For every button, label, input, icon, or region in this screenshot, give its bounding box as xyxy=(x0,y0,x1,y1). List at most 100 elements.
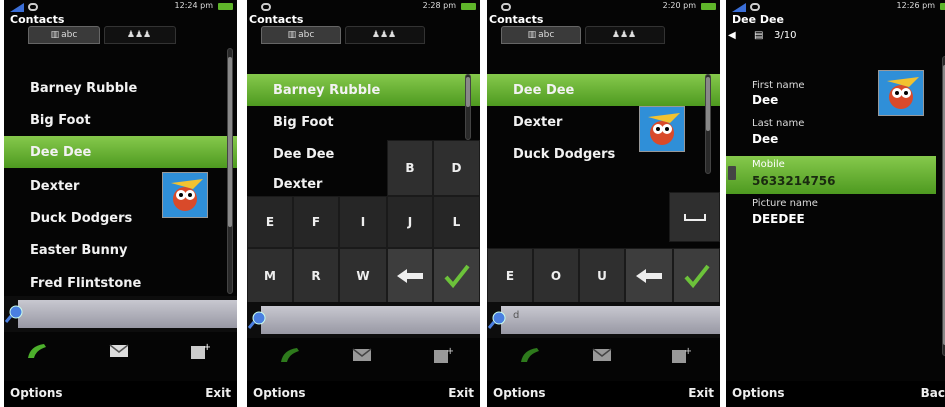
scrollbar[interactable] xyxy=(465,74,471,140)
clock: 12:26 pm xyxy=(896,1,935,10)
contact-row[interactable]: Fred Flintstone xyxy=(4,267,237,299)
tab-alphabetical[interactable]: ▥ abc xyxy=(501,26,581,44)
clock: 12:24 pm xyxy=(174,1,213,10)
phone-screen-3: 2:20 pm Contacts ▥ abc ♟♟♟ Dee Dee Dexter… xyxy=(487,0,720,407)
exit-softkey[interactable]: Exit xyxy=(448,386,474,400)
space-key[interactable] xyxy=(669,192,720,242)
message-icon[interactable] xyxy=(351,346,373,364)
confirm-key[interactable] xyxy=(433,248,480,304)
softkey-bar: Options Back xyxy=(726,381,945,407)
backspace-key[interactable] xyxy=(625,248,673,304)
contact-row[interactable]: Dexter xyxy=(487,106,720,138)
keyboard-icon: ▥ xyxy=(527,30,537,40)
app-title: Contacts xyxy=(249,13,304,26)
first-name-value: Dee xyxy=(752,93,779,107)
checkmark-icon xyxy=(683,264,710,288)
contact-row[interactable]: Big Foot xyxy=(247,106,480,138)
call-icon[interactable] xyxy=(519,346,541,364)
scrollbar-thumb[interactable] xyxy=(706,77,710,131)
key[interactable]: M xyxy=(247,248,293,304)
mobile-field-selected[interactable]: Mobile 5633214756 xyxy=(726,156,936,194)
status-bar: 12:26 pm xyxy=(726,0,945,14)
contact-row[interactable]: Barney Rubble xyxy=(4,72,237,104)
contact-row[interactable]: Big Foot xyxy=(4,104,237,136)
picture-name-label: Picture name xyxy=(752,198,818,209)
keypad: B D E F I J L M R W xyxy=(247,140,480,308)
action-bar: + xyxy=(4,336,237,366)
search-query: d xyxy=(513,310,520,321)
search-input[interactable] xyxy=(501,306,720,334)
key[interactable]: J xyxy=(387,196,433,248)
key[interactable]: E xyxy=(247,196,293,248)
search-icon xyxy=(247,310,267,330)
svg-text:+: + xyxy=(684,346,691,357)
softkey-bar: Options Exit xyxy=(247,381,480,407)
battery-icon xyxy=(701,3,716,10)
options-softkey[interactable]: Options xyxy=(253,386,306,400)
app-title: Contacts xyxy=(10,13,65,26)
confirm-key[interactable] xyxy=(673,248,720,304)
tab-groups[interactable]: ♟♟♟ xyxy=(585,26,665,44)
search-input[interactable] xyxy=(261,306,480,334)
contact-row[interactable]: Easter Bunny xyxy=(4,234,237,266)
backspace-icon xyxy=(636,269,662,283)
scrollbar[interactable] xyxy=(227,48,233,294)
contact-row-selected[interactable]: Dee Dee xyxy=(4,136,237,168)
options-softkey[interactable]: Options xyxy=(10,386,63,400)
last-name-value: Dee xyxy=(752,132,779,146)
add-contact-icon[interactable]: + xyxy=(188,342,211,360)
svg-text:+: + xyxy=(203,342,210,353)
exit-softkey[interactable]: Exit xyxy=(205,386,231,400)
signal-icon xyxy=(10,3,24,12)
key[interactable]: O xyxy=(533,248,579,304)
contact-row-selected[interactable]: Barney Rubble xyxy=(247,74,480,106)
mobile-value: 5633214756 xyxy=(752,174,836,188)
call-icon[interactable] xyxy=(279,346,301,364)
scrollbar-thumb[interactable] xyxy=(228,57,232,227)
search-field[interactable]: d xyxy=(487,302,720,338)
status-bar: 2:28 pm xyxy=(247,0,480,14)
tab-groups[interactable]: ♟♟♟ xyxy=(345,26,425,44)
backspace-key[interactable] xyxy=(387,248,433,304)
back-softkey[interactable]: Back xyxy=(921,386,945,400)
phone-screen-2: 2:28 pm Contacts ▥ abc ♟♟♟ Barney Rubble … xyxy=(247,0,480,407)
options-softkey[interactable]: Options xyxy=(493,386,546,400)
message-icon[interactable] xyxy=(591,346,613,364)
key[interactable]: D xyxy=(433,140,480,196)
group-icon: ♟♟♟ xyxy=(611,30,637,40)
last-name-label: Last name xyxy=(752,118,805,129)
prev-arrow-icon[interactable]: ◀ xyxy=(728,30,736,41)
search-icon xyxy=(4,304,24,324)
call-icon[interactable] xyxy=(26,342,48,360)
add-contact-icon[interactable]: + xyxy=(669,346,692,364)
message-icon[interactable] xyxy=(108,342,130,360)
backspace-icon xyxy=(397,269,423,283)
add-contact-icon[interactable]: + xyxy=(431,346,454,364)
keyboard-icon: ▥ xyxy=(287,30,297,40)
key[interactable]: B xyxy=(387,140,433,196)
exit-softkey[interactable]: Exit xyxy=(688,386,714,400)
key[interactable]: W xyxy=(339,248,387,304)
key[interactable]: I xyxy=(339,196,387,248)
scrollbar[interactable] xyxy=(705,74,711,174)
search-input[interactable] xyxy=(18,300,237,328)
contact-row-selected[interactable]: Dee Dee xyxy=(487,74,720,106)
key[interactable]: R xyxy=(293,248,339,304)
key[interactable]: U xyxy=(579,248,625,304)
key[interactable]: F xyxy=(293,196,339,248)
key[interactable]: E xyxy=(487,248,533,304)
tab-groups[interactable]: ♟♟♟ xyxy=(104,26,176,44)
picture-name-value: DEEDEE xyxy=(752,212,805,226)
softkey-bar: Options Exit xyxy=(4,381,237,407)
contact-row[interactable]: Duck Dodgers xyxy=(487,138,720,170)
search-field[interactable] xyxy=(4,296,237,332)
scrollbar-thumb[interactable] xyxy=(466,77,470,107)
search-field[interactable] xyxy=(247,302,480,338)
mobile-label: Mobile xyxy=(752,159,785,170)
bluetooth-icon xyxy=(501,3,511,11)
tab-alphabetical[interactable]: ▥ abc xyxy=(261,26,341,44)
space-icon xyxy=(683,214,706,221)
key[interactable]: L xyxy=(433,196,480,248)
options-softkey[interactable]: Options xyxy=(732,386,785,400)
tab-alphabetical[interactable]: ▥ abc xyxy=(28,26,100,44)
